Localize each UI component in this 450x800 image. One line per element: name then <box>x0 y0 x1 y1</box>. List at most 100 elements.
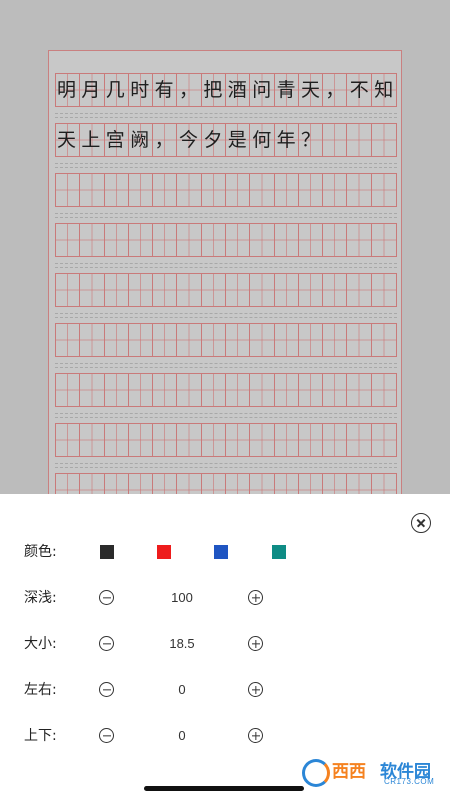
grid-cell <box>201 274 226 306</box>
grid-cell <box>177 274 202 306</box>
color-swatch-blue[interactable] <box>214 545 228 559</box>
horizontal-row: 左右: 0 <box>0 675 450 705</box>
grid-cell <box>80 274 105 306</box>
grid-cell <box>250 324 275 356</box>
vertical-value: 0 <box>178 728 186 743</box>
grid-cell <box>323 174 348 206</box>
guide-line <box>55 217 397 218</box>
guide-line <box>55 463 397 464</box>
guide-line <box>55 367 397 368</box>
grid-cell <box>323 224 348 256</box>
grid-cell <box>56 174 81 206</box>
color-label: 颜色: <box>24 544 57 560</box>
grid-cell <box>104 174 129 206</box>
grid-cell <box>274 374 299 406</box>
grid-cell <box>128 274 154 306</box>
grid-cell <box>347 224 372 256</box>
poem-line-2: 天上宫阙，今夕是何年？ <box>57 129 326 151</box>
horizontal-value: 0 <box>178 682 186 697</box>
size-value: 18.5 <box>169 636 195 651</box>
color-swatch-teal[interactable] <box>272 545 286 559</box>
grid-row <box>55 223 397 257</box>
vertical-minus-icon[interactable] <box>99 728 114 743</box>
grid-cell <box>274 274 299 306</box>
grid-cell <box>371 174 396 206</box>
grid-cell <box>128 474 154 494</box>
guide-line <box>55 467 397 468</box>
grid-cell <box>56 324 81 356</box>
grid-cell <box>274 174 299 206</box>
depth-row: 深浅: 100 <box>0 583 450 613</box>
watermark-brand: 西西 <box>332 762 366 782</box>
grid-cell <box>225 224 251 256</box>
grid-cell <box>225 174 251 206</box>
grid-cell <box>274 324 299 356</box>
grid-cell <box>298 224 324 256</box>
grid-cell <box>274 474 299 494</box>
grid-cell <box>274 424 299 456</box>
grid-cell <box>371 274 396 306</box>
grid-cell <box>56 374 81 406</box>
size-minus-icon[interactable] <box>99 636 114 651</box>
home-indicator[interactable] <box>144 786 304 791</box>
grid-cell <box>371 224 396 256</box>
horizontal-minus-icon[interactable] <box>99 682 114 697</box>
grid-cell <box>250 474 275 494</box>
grid-cell <box>250 174 275 206</box>
grid-cell <box>153 174 178 206</box>
grid-cell <box>225 374 251 406</box>
grid-cell <box>153 224 178 256</box>
grid-cell <box>80 324 105 356</box>
grid-cell <box>225 474 251 494</box>
grid-cell <box>177 174 202 206</box>
depth-plus-icon[interactable] <box>248 590 263 605</box>
guide-line <box>55 317 397 318</box>
grid-cell <box>347 324 372 356</box>
grid-cell <box>225 424 251 456</box>
grid-cell <box>371 474 396 494</box>
watermark-domain: CR173.COM <box>384 777 435 786</box>
depth-minus-icon[interactable] <box>99 590 114 605</box>
grid-cell <box>201 224 226 256</box>
grid-cell <box>250 224 275 256</box>
grid-row <box>55 323 397 357</box>
grid-cell <box>225 324 251 356</box>
vertical-row: 上下: 0 <box>0 721 450 751</box>
grid-cell <box>128 324 154 356</box>
grid-cell <box>56 224 81 256</box>
size-label: 大小: <box>24 636 57 652</box>
grid-cell <box>298 174 324 206</box>
grid-cell <box>177 324 202 356</box>
grid-cell <box>201 374 226 406</box>
grid-cell <box>347 474 372 494</box>
grid-cell <box>128 224 154 256</box>
horizontal-plus-icon[interactable] <box>248 682 263 697</box>
vertical-plus-icon[interactable] <box>248 728 263 743</box>
grid-cell <box>153 424 178 456</box>
grid-cell <box>201 174 226 206</box>
grid-row <box>55 473 397 494</box>
guide-line <box>55 213 397 214</box>
grid-row <box>55 423 397 457</box>
grid-cell <box>298 374 324 406</box>
grid-cell <box>153 274 178 306</box>
grid-cell <box>347 274 372 306</box>
color-swatch-red[interactable] <box>157 545 171 559</box>
grid-cell <box>323 324 348 356</box>
size-plus-icon[interactable] <box>248 636 263 651</box>
grid-cell <box>128 174 154 206</box>
guide-line <box>55 263 397 264</box>
grid-cell <box>177 474 202 494</box>
grid-row <box>55 173 397 207</box>
grid-cell <box>153 474 178 494</box>
grid-cell <box>250 424 275 456</box>
depth-value: 100 <box>171 590 193 605</box>
color-swatch-black[interactable] <box>100 545 114 559</box>
grid-cell <box>371 324 396 356</box>
horizontal-label: 左右: <box>24 682 57 698</box>
grid-cell <box>323 424 348 456</box>
grid-cell <box>298 324 324 356</box>
guide-line <box>55 413 397 414</box>
close-circle-icon[interactable] <box>411 513 431 533</box>
grid-cell <box>80 374 105 406</box>
